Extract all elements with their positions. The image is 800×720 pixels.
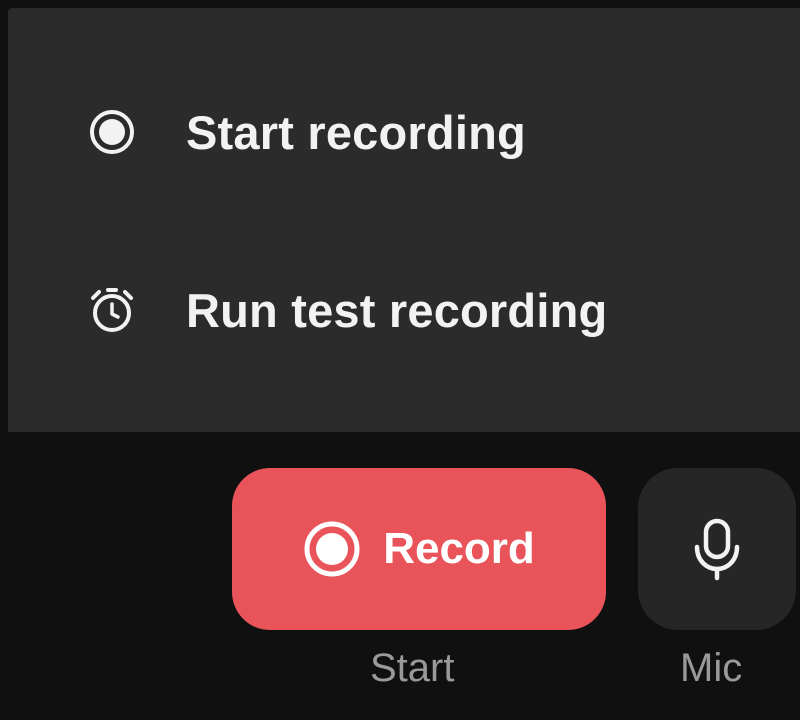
record-button[interactable]: Record (232, 468, 606, 630)
record-button-label: Record (383, 524, 535, 573)
menu-item-label: Start recording (186, 105, 526, 159)
record-button-content: Record (303, 520, 535, 578)
recording-menu: Start recording Run test recording (8, 8, 800, 432)
menu-item-run-test-recording[interactable]: Run test recording (8, 230, 800, 390)
menu-item-label: Run test recording (186, 283, 608, 337)
record-circle-icon (304, 521, 360, 577)
stopwatch-icon (91, 288, 133, 332)
record-circle-icon (90, 110, 134, 154)
microphone-icon (694, 518, 740, 581)
menu-item-start-recording[interactable]: Start recording (8, 52, 800, 212)
recording-screen: Start recording Run test recording Recor… (0, 0, 800, 720)
recording-toolbar: Record Start Mic (0, 432, 800, 720)
mic-button[interactable] (638, 468, 796, 630)
mic-button-caption: Mic (680, 646, 743, 690)
record-button-caption: Start (370, 646, 455, 690)
